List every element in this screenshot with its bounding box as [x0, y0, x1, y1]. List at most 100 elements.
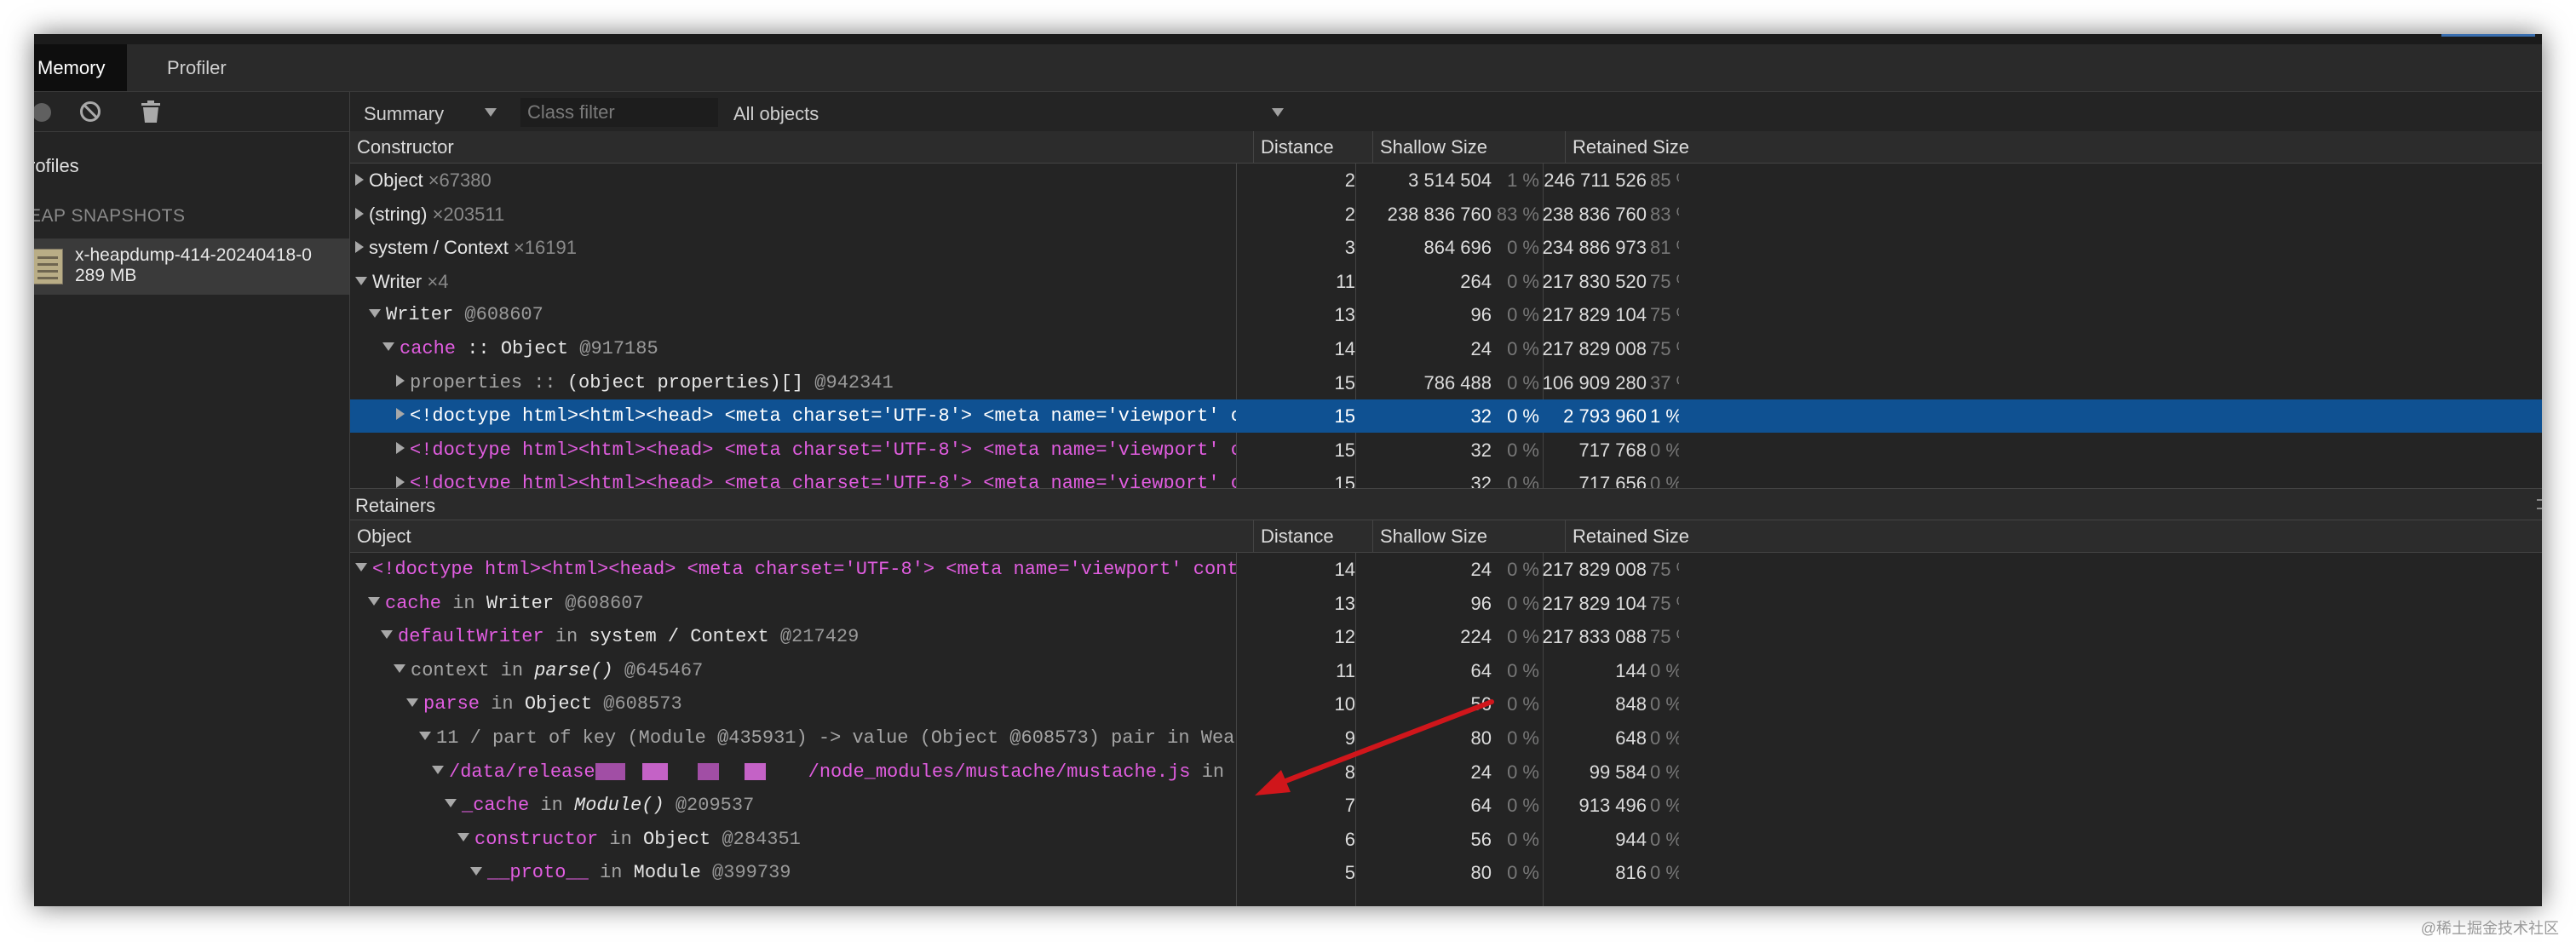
name-part: @217429	[768, 626, 860, 648]
distance-cell: 2	[1344, 169, 1355, 191]
col-ret-retained[interactable]: Retained Size	[1565, 520, 1735, 552]
retainer-row[interactable]: parse in Object @60857310560 %8480 %	[350, 687, 2542, 721]
col-retained[interactable]: Retained Size	[1565, 131, 1735, 163]
retainers-grid: <!doctype html><html><head> <meta charse…	[350, 553, 2542, 906]
col-ret-shallow[interactable]: Shallow Size	[1372, 520, 1565, 552]
collapse-triangle-icon[interactable]	[381, 630, 393, 640]
constructor-row[interactable]: <!doctype html><html><head> <meta charse…	[350, 399, 2542, 434]
constructor-row[interactable]: system / Context ×16191 3 864 696 0 % 234 88…	[350, 231, 2542, 264]
retainer-row[interactable]: /data/release/node_modules/mustache/must…	[350, 755, 2542, 789]
expand-triangle-icon[interactable]	[355, 241, 364, 254]
view-dropdown-icon[interactable]	[485, 108, 497, 117]
view-select[interactable]: Summary	[364, 103, 444, 125]
shallow-size-cell: 786 488	[1423, 371, 1492, 393]
retained-percent-cell: 81 %	[1650, 237, 1679, 259]
constructor-row[interactable]: Writer ×4 11 264 0 %217 830 52075 %	[350, 265, 2542, 298]
expand-triangle-icon[interactable]	[396, 374, 405, 387]
watermark: @稀土掘金技术社区	[2420, 920, 2559, 937]
retained-size-cell: 217 833 088	[1542, 626, 1647, 648]
top-highlight	[2441, 34, 2535, 37]
name-part: in	[480, 693, 525, 715]
retained-percent-cell: 75 %	[1650, 592, 1679, 614]
snapshot-item[interactable]: x-heapdump-414-20240418-0 289 MB	[34, 238, 349, 295]
expand-triangle-icon[interactable]	[396, 475, 405, 488]
expand-triangle-icon[interactable]	[355, 174, 364, 187]
expand-triangle-icon[interactable]	[355, 207, 364, 220]
distance-cell: 3	[1344, 237, 1355, 259]
shallow-percent-cell: 0 %	[1507, 559, 1539, 580]
retained-size-cell: 816	[1615, 862, 1647, 884]
retainer-row[interactable]: cache in Writer @608607 13 96 0 % 217 829 10…	[350, 587, 2542, 620]
retained-size-cell: 848	[1615, 693, 1647, 715]
collapse-triangle-icon[interactable]	[355, 276, 367, 285]
shallow-size-cell: 32	[1470, 405, 1492, 428]
name-part: @645467	[612, 659, 704, 681]
expand-triangle-icon[interactable]	[396, 441, 405, 454]
retainer-row[interactable]: context in parse() @64546711640 %1440 %	[350, 654, 2542, 687]
collapse-triangle-icon[interactable]	[432, 765, 444, 774]
shallow-percent-cell: 0 %	[1507, 727, 1539, 749]
object-cell: (string) ×203511	[350, 198, 1236, 231]
clear-icon[interactable]	[80, 101, 101, 122]
collapse-triangle-icon[interactable]	[355, 563, 367, 572]
name-part: @284351	[710, 828, 801, 850]
collapse-triangle-icon[interactable]	[470, 866, 482, 876]
constructor-row[interactable]: Object ×67380 2 3 514 504 1 % 246 711 526 85 …	[350, 164, 2542, 197]
collapse-triangle-icon[interactable]	[445, 799, 457, 808]
objects-select[interactable]: All objects	[733, 103, 819, 125]
class-filter-input[interactable]	[520, 98, 718, 127]
collapse-triangle-icon[interactable]	[368, 596, 380, 606]
constructor-row[interactable]: cache :: Object @917185 14 24 0 % 217 829 00…	[350, 332, 2542, 365]
shallow-percent-cell: 0 %	[1507, 862, 1539, 884]
distance-cell: 12	[1334, 626, 1355, 648]
object-cell: <!doctype html><html><head> <meta charse…	[350, 553, 1236, 586]
retainer-row[interactable]: __proto__ in Module @3997395800 %8160 %	[350, 856, 2542, 889]
shallow-percent-cell: 0 %	[1507, 626, 1539, 648]
retained-percent-cell: 0 %	[1650, 862, 1679, 884]
name-part: in	[441, 592, 486, 614]
retainer-row[interactable]: defaultWriter in system / Context @21742…	[350, 620, 2542, 653]
shallow-size-cell: 56	[1470, 693, 1492, 715]
tab-profiler[interactable]: Profiler	[150, 44, 244, 91]
name-part: @608573	[592, 693, 682, 715]
collapse-triangle-icon[interactable]	[406, 698, 418, 707]
name-part: /node_modules/mustache/mustache.js	[808, 761, 1191, 783]
trash-icon[interactable]	[141, 101, 160, 123]
retainer-row[interactable]: <!doctype html><html><head> <meta charse…	[350, 553, 2542, 586]
constructor-row[interactable]: properties :: (object properties)[] @942…	[350, 366, 2542, 399]
collapse-triangle-icon[interactable]	[369, 308, 381, 318]
constructor-row[interactable]: Writer @608607 13 96 0 %217 829 10475 %	[350, 298, 2542, 331]
tab-memory[interactable]: Memory	[34, 44, 128, 91]
collapse-triangle-icon[interactable]	[457, 832, 469, 841]
col-ret-distance[interactable]: Distance	[1253, 520, 1372, 552]
distance-cell: 13	[1334, 304, 1355, 326]
retainer-row[interactable]: _cache in Module() @209537 7 64 0 % 913 496 0…	[350, 789, 2542, 822]
heap-main: Summary All objects Constructor Distance…	[350, 92, 2542, 906]
constructor-row[interactable]: <!doctype html><html><head> <meta charse…	[350, 434, 2542, 467]
retainer-row[interactable]: constructor in Object @284351 6 56 0 % 944 0 …	[350, 823, 2542, 856]
shallow-size-cell: 224	[1460, 626, 1492, 648]
profiles-heading: rofiles	[34, 155, 79, 176]
col-constructor[interactable]: Constructor	[350, 131, 1253, 163]
retainer-row[interactable]: 11 / part of key (Module @435931) -> val…	[350, 721, 2542, 755]
record-icon[interactable]	[34, 103, 51, 122]
collapse-triangle-icon[interactable]	[419, 732, 431, 741]
retainers-header: Object Distance Shallow Size Retained Si…	[350, 520, 2542, 553]
col-distance[interactable]: Distance	[1253, 131, 1372, 163]
constructor-row[interactable]: (string) ×203511 2 238 836 760 83 % 238 836 …	[350, 198, 2542, 231]
col-object[interactable]: Object	[350, 520, 1253, 552]
expand-triangle-icon[interactable]	[396, 408, 405, 421]
retained-size-cell: 944	[1615, 828, 1647, 850]
col-shallow[interactable]: Shallow Size	[1372, 131, 1565, 163]
object-cell: parse in Object @608573	[350, 687, 1236, 721]
objects-dropdown-icon[interactable]	[1272, 108, 1284, 117]
resize-grip-icon[interactable]	[2537, 499, 2542, 509]
collapse-triangle-icon[interactable]	[394, 663, 405, 673]
distance-cell: 14	[1334, 338, 1355, 359]
retainers-bar: Retainers	[350, 488, 2542, 520]
shallow-size-cell: 96	[1470, 304, 1492, 326]
retained-size-cell: 717 768	[1578, 439, 1647, 461]
collapse-triangle-icon[interactable]	[382, 342, 394, 352]
shallow-percent-cell: 83 %	[1496, 203, 1539, 225]
distance-cell: 15	[1334, 439, 1355, 461]
